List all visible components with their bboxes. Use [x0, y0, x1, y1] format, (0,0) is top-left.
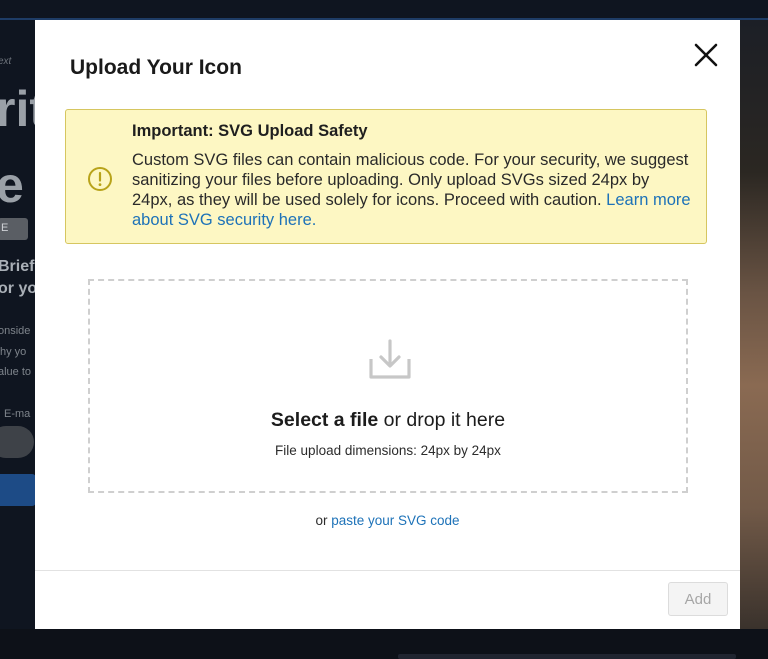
footer-divider — [35, 570, 740, 571]
modal-title: Upload Your Icon — [70, 56, 242, 79]
file-dropzone[interactable]: Select a file or drop it here File uploa… — [88, 279, 688, 493]
svg-safety-alert: Important: SVG Upload Safety Custom SVG … — [65, 109, 707, 244]
background-footer-bar — [398, 654, 736, 659]
background-heading: rit — [0, 81, 36, 137]
background-email-label: E-ma — [4, 408, 31, 420]
alert-body: Custom SVG files can contain malicious c… — [132, 150, 692, 230]
background-chip: E — [0, 218, 28, 240]
upload-icon-modal: Upload Your Icon Important: SVG Upload S… — [35, 20, 740, 629]
background-subheading: or yo — [0, 280, 36, 297]
upload-dimensions-note: File upload dimensions: 24px by 24px — [275, 443, 501, 458]
paste-prefix: or — [315, 513, 332, 528]
download-tray-icon — [369, 339, 411, 379]
background-heading: e — [0, 157, 24, 213]
background-submit-button — [0, 474, 36, 506]
select-file-link[interactable]: Select a file — [271, 409, 378, 431]
add-button[interactable]: Add — [668, 582, 728, 616]
background-text: ext — [0, 56, 12, 67]
alert-body-text: Custom SVG files can contain malicious c… — [132, 151, 689, 209]
background-text: alue to — [0, 366, 32, 378]
background-chip-label: E — [1, 222, 9, 234]
exclamation-circle-icon — [88, 167, 112, 191]
alert-title: Important: SVG Upload Safety — [132, 122, 368, 140]
background-email-input — [0, 426, 34, 458]
drop-text: or drop it here — [378, 409, 506, 431]
background-left-content: ext rit e E Briefl or yo onside hy yo al… — [0, 20, 36, 659]
dropzone-instruction: Select a file or drop it here — [90, 409, 686, 432]
background-text: hy yo — [0, 346, 27, 358]
close-icon — [694, 43, 718, 67]
paste-svg-code-link[interactable]: paste your SVG code — [331, 513, 459, 528]
background-subheading: Briefl — [0, 258, 36, 275]
background-text: onside — [0, 325, 31, 337]
paste-svg-line: or paste your SVG code — [35, 513, 740, 528]
close-button[interactable] — [691, 40, 721, 70]
background-image — [740, 20, 768, 629]
